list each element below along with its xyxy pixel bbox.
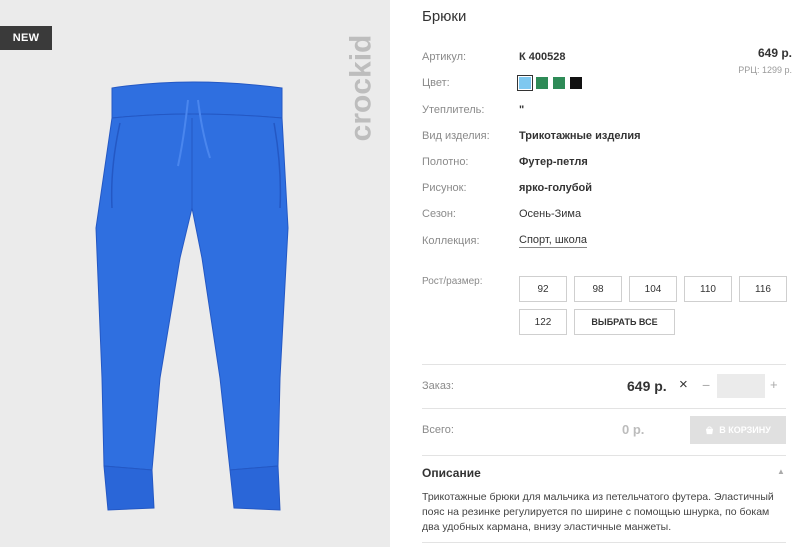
size-button[interactable]: 104	[629, 276, 677, 302]
color-swatch[interactable]	[570, 77, 582, 89]
product-price: 649 р.	[757, 46, 792, 60]
brand-logo-text: crockid	[344, 34, 377, 142]
product-title: Брюки	[422, 8, 467, 25]
attr-insulation: Утеплитель: "	[422, 104, 524, 116]
size-options: 92 98 104 110 116 122 ВЫБРАТЬ ВСЕ	[519, 276, 787, 335]
size-button[interactable]: 122	[519, 309, 567, 335]
color-swatch[interactable]	[517, 75, 533, 91]
quantity-increase-button[interactable]: +	[770, 377, 778, 392]
total-label: Всего:	[422, 424, 454, 436]
description-text: Трикотажные брюки для мальчика из петель…	[422, 491, 774, 533]
size-button[interactable]: 110	[684, 276, 732, 302]
attr-collection: Коллекция: Спорт, школа	[422, 234, 587, 248]
quantity-input[interactable]	[717, 374, 765, 398]
divider	[422, 542, 786, 543]
description-title[interactable]: Описание	[422, 466, 481, 480]
attr-value: К 400528	[519, 51, 566, 63]
size-button[interactable]: 92	[519, 276, 567, 302]
attr-color: Цвет:	[422, 75, 582, 91]
attr-value: ярко-голубой	[519, 182, 592, 194]
order-label: Заказ:	[422, 380, 454, 392]
new-badge: NEW	[0, 26, 52, 50]
attr-label: Рисунок:	[422, 182, 467, 194]
add-to-cart-button[interactable]: В КОРЗИНУ	[690, 416, 786, 444]
attr-value: Трикотажные изделия	[519, 130, 641, 142]
attr-label: Утеплитель:	[422, 104, 485, 116]
divider	[422, 364, 786, 365]
attr-label: Полотно:	[422, 156, 469, 168]
attr-value: Футер-петля	[519, 156, 588, 168]
add-to-cart-label: В КОРЗИНУ	[719, 425, 771, 435]
rrp-value: 1299 р.	[761, 65, 792, 75]
attr-label: Вид изделия:	[422, 130, 490, 142]
collapse-arrow-icon[interactable]: ▲	[777, 467, 785, 476]
quantity-decrease-button[interactable]: −	[702, 377, 710, 393]
attr-season: Сезон: Осень-Зима	[422, 208, 581, 220]
attr-type: Вид изделия: Трикотажные изделия	[422, 130, 641, 142]
product-image-pants[interactable]	[90, 78, 295, 518]
total-value: 0 р.	[622, 422, 645, 437]
attr-article: Артикул: К 400528	[422, 51, 565, 63]
color-swatches	[517, 75, 582, 91]
color-swatch[interactable]	[553, 77, 565, 89]
brand-logo: crockid	[344, 18, 378, 158]
divider	[422, 408, 786, 409]
attr-label: Цвет:	[422, 77, 450, 89]
cart-icon	[706, 425, 714, 434]
divider	[422, 455, 786, 456]
attr-label: Артикул:	[422, 51, 467, 63]
sizes-row: Рост/размер:	[422, 276, 519, 287]
attr-label: Коллекция:	[422, 235, 480, 247]
product-details: Брюки 649 р. РРЦ: 1299 р. Артикул: К 400…	[422, 0, 800, 547]
size-button[interactable]: 116	[739, 276, 787, 302]
attr-pattern: Рисунок: ярко-голубой	[422, 182, 592, 194]
color-swatch[interactable]	[536, 77, 548, 89]
product-gallery[interactable]: NEW crockid	[0, 0, 390, 547]
rrp-price: РРЦ: 1299 р.	[738, 65, 792, 75]
sizes-label: Рост/размер:	[422, 276, 483, 287]
size-button[interactable]: 98	[574, 276, 622, 302]
attr-value: Осень-Зима	[519, 208, 582, 220]
attr-value: "	[519, 104, 525, 116]
select-all-sizes-button[interactable]: ВЫБРАТЬ ВСЕ	[574, 309, 675, 335]
remove-icon[interactable]: ×	[679, 376, 688, 393]
order-row: Заказ:	[422, 380, 519, 392]
order-price: 649 р.	[627, 378, 667, 394]
attr-label: Сезон:	[422, 208, 456, 220]
rrp-label: РРЦ:	[738, 65, 760, 75]
collection-link[interactable]: Спорт, школа	[519, 234, 587, 248]
attr-fabric: Полотно: Футер-петля	[422, 156, 588, 168]
